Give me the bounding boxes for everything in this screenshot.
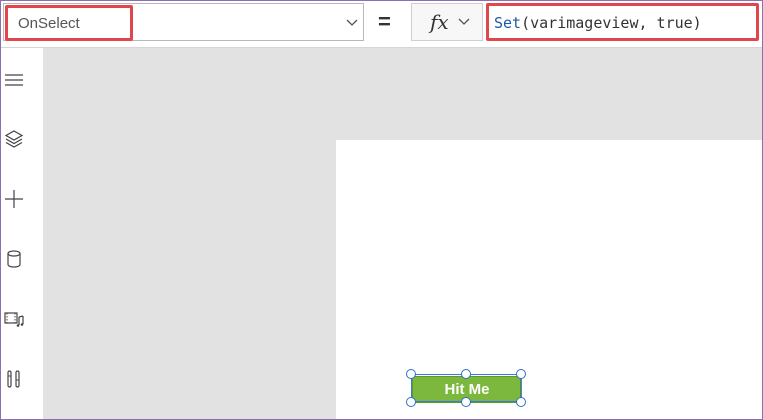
media-icon[interactable] bbox=[4, 309, 24, 329]
property-dropdown[interactable]: OnSelect bbox=[3, 3, 364, 41]
database-icon[interactable] bbox=[4, 249, 24, 269]
resize-handle-top[interactable] bbox=[461, 369, 471, 379]
fx-icon: fx bbox=[430, 10, 449, 34]
formula-bar: OnSelect = fx Set(varimageview, true) bbox=[1, 1, 762, 48]
resize-handle-top-right[interactable] bbox=[516, 369, 526, 379]
app-window: OnSelect = fx Set(varimageview, true) Hi… bbox=[0, 0, 763, 420]
formula-input[interactable]: Set(varimageview, true) bbox=[486, 3, 759, 41]
resize-handle-bottom-left[interactable] bbox=[406, 397, 416, 407]
equals-sign: = bbox=[378, 9, 391, 34]
menu-icon[interactable] bbox=[4, 70, 24, 90]
fx-button[interactable]: fx bbox=[411, 3, 483, 41]
resize-handle-bottom[interactable] bbox=[461, 397, 471, 407]
resize-handle-top-left[interactable] bbox=[406, 369, 416, 379]
app-screen[interactable]: Hit Me bbox=[336, 140, 762, 419]
chevron-down-icon[interactable] bbox=[346, 18, 358, 28]
formula-function: Set bbox=[494, 14, 522, 32]
canvas-area: Hit Me bbox=[44, 48, 762, 419]
chevron-down-icon bbox=[458, 18, 470, 25]
add-icon[interactable] bbox=[4, 189, 24, 209]
formula-text: Set(varimageview, true) bbox=[494, 14, 702, 32]
layers-icon[interactable] bbox=[4, 129, 24, 149]
property-name: OnSelect bbox=[18, 15, 80, 32]
tools-icon[interactable] bbox=[4, 369, 24, 389]
left-rail bbox=[1, 48, 44, 419]
formula-arguments: (varimageview, true) bbox=[521, 14, 702, 32]
resize-handle-bottom-right[interactable] bbox=[516, 397, 526, 407]
